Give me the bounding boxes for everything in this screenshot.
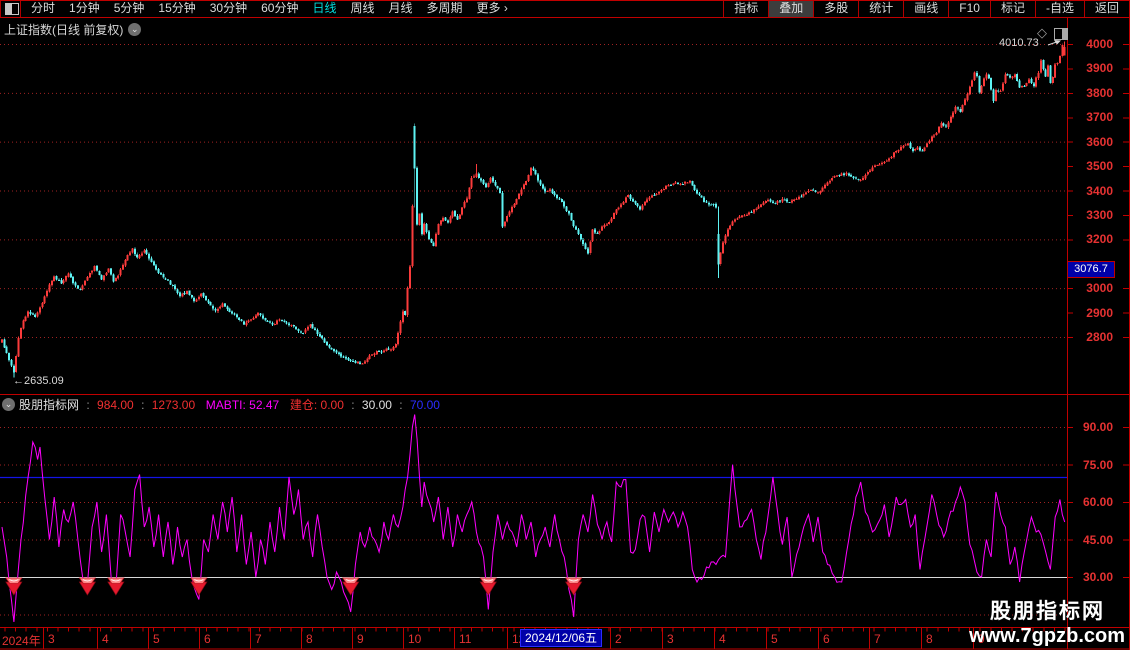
- price-axis-label: 2900: [1086, 305, 1113, 320]
- month-label: 8: [926, 632, 933, 646]
- month-label: 5: [771, 632, 778, 646]
- month-label: 6: [823, 632, 830, 646]
- indicator-header-part: :: [137, 397, 148, 412]
- buy-signal-gem-diamond-icon: [107, 577, 125, 596]
- price-axis-label: 2800: [1086, 330, 1113, 344]
- watermark-site-name: 股朋指标网: [990, 600, 1105, 623]
- indicator-axis-label: 30.00: [1082, 570, 1113, 584]
- month-label: 11: [459, 632, 472, 646]
- candlestick-layer: [1, 41, 1066, 378]
- price-axis-label: 3700: [1086, 110, 1113, 125]
- month-label: 10: [408, 632, 422, 646]
- indicator-header-part: :: [347, 397, 358, 412]
- buy-signal-markers: [5, 577, 583, 596]
- indicator-header-part: 建仓: 0.00: [283, 398, 344, 412]
- month-label: 2: [615, 632, 622, 646]
- indicator-header-part: :: [83, 397, 94, 412]
- frame-lines: [0, 0, 1130, 650]
- app-window: 分时 1分钟 5分钟 15分钟 30分钟 60分钟 日线 周线 月线 多周期 更多 › 指标 叠加 多股…: [0, 0, 1130, 650]
- price-axis-label: 3400: [1086, 183, 1113, 198]
- month-label: 5: [153, 632, 160, 646]
- watermark: 股朋指标网 www.7gpzb.com: [969, 595, 1125, 648]
- buy-signal-gem-diamond-icon: [564, 577, 583, 596]
- indicator-header-part: 984.00: [97, 397, 134, 412]
- buy-signal-gem-diamond-icon: [5, 577, 23, 596]
- buy-signal-gem-diamond-icon: [190, 577, 208, 596]
- indicator-axis-label: 75.00: [1082, 457, 1113, 472]
- month-label: 3: [667, 632, 674, 646]
- chart-title: 上证指数(日线 前复权) ⌄: [4, 21, 142, 38]
- year-label: 2024年: [2, 634, 41, 648]
- chart-title-label: 上证指数(日线 前复权): [4, 23, 124, 37]
- price-axis-label: 3200: [1086, 232, 1113, 247]
- month-label: 4: [102, 632, 109, 646]
- buy-signal-gem-diamond-icon: [78, 577, 97, 596]
- price-axis-label: 4000: [1086, 37, 1113, 51]
- indicator-header-part: :: [395, 397, 406, 412]
- price-axis-label: 3800: [1086, 85, 1113, 100]
- cursor-date-badge: 2024/12/06五: [520, 629, 602, 647]
- month-label: 9: [357, 632, 364, 646]
- price-gridlines: [0, 44, 1067, 339]
- month-label: 8: [306, 632, 313, 646]
- price-axis-label: 3900: [1086, 61, 1113, 76]
- indicator-axis-label: 45.00: [1082, 532, 1113, 547]
- mabti-line: [1, 414, 1066, 623]
- indicator-header-part: MABTI: 52.47: [199, 397, 280, 412]
- indicator-gridlines: [0, 427, 1067, 616]
- cursor-price-badge: 3076.7: [1067, 261, 1115, 278]
- indicator-header: ⌄ 股朋指标网 : 984.00 : 1273.00 MABTI: 52.47 …: [2, 397, 440, 412]
- indicator-header-part: 70.00: [409, 397, 440, 412]
- high-annotation: 4010.73: [999, 37, 1039, 49]
- month-label: 4: [719, 632, 726, 646]
- buy-signal-gem-diamond-icon: [341, 577, 360, 596]
- indicator-axis-label: 90.00: [1082, 420, 1113, 434]
- month-label: 7: [874, 632, 881, 646]
- chart-graphics: [0, 0, 1130, 650]
- price-axis-label: 3300: [1086, 207, 1113, 222]
- high-annotation-arrow: [1047, 40, 1061, 46]
- month-label: 6: [204, 632, 211, 646]
- chevron-down-icon[interactable]: ⌄: [2, 398, 15, 411]
- watermark-site-url: www.7gpzb.com: [969, 625, 1125, 647]
- buy-signal-gem-diamond-icon: [479, 577, 497, 596]
- split-window-icon[interactable]: [1054, 28, 1068, 40]
- price-axis-label: 3000: [1086, 281, 1113, 296]
- indicator-header-part: 股朋指标网: [19, 398, 80, 412]
- chevron-down-icon[interactable]: ⌄: [128, 23, 142, 36]
- indicator-header-part: 30.00: [361, 397, 392, 412]
- month-label: 3: [48, 632, 55, 646]
- price-axis-label: 3600: [1086, 134, 1113, 149]
- price-axis-label: 3500: [1086, 159, 1113, 174]
- low-annotation: ←2635.09: [13, 375, 64, 387]
- month-label: 7: [255, 632, 262, 646]
- indicator-axis-label: 60.00: [1082, 495, 1113, 509]
- indicator-header-part: 1273.00: [151, 397, 196, 412]
